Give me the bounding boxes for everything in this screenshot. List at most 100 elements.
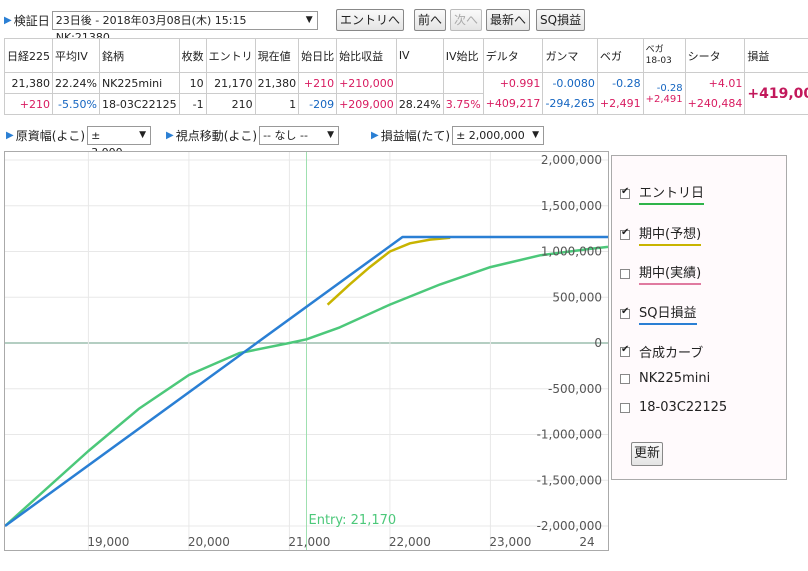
- legend-item-1[interactable]: 期中(予想): [620, 223, 702, 246]
- legend-item-2[interactable]: 期中(実績): [620, 262, 702, 285]
- y-range-label: 損益幅(たて): [380, 129, 451, 143]
- col-pnl: 損益: [744, 38, 808, 73]
- triangle-icon: ▶: [6, 130, 14, 141]
- view-shift-select[interactable]: -- なし -- ▼: [259, 126, 340, 145]
- prev-button[interactable]: 前へ: [414, 9, 447, 31]
- legend-checkbox[interactable]: [620, 227, 630, 240]
- nikkei-change: +210: [4, 93, 53, 115]
- x-tick-label: 22,000: [389, 535, 431, 549]
- y-range-select[interactable]: ± 2,000,000 ▼: [452, 126, 545, 145]
- legend-label: SQ日損益: [639, 302, 697, 325]
- pnl-chart[interactable]: 2,000,000 1,500,000 1,000,000 500,000 0 -500,…: [4, 151, 609, 551]
- vega-value: -0.28: [596, 72, 644, 94]
- col-entry: エントリ: [205, 38, 256, 73]
- nikkei-value: 21,380: [4, 72, 53, 94]
- x-range-control: ▶ 原資幅(よこ) ± 3,000▼: [6, 126, 152, 159]
- legend-checkbox[interactable]: [620, 344, 630, 357]
- sq-pnl-button[interactable]: SQ損益: [536, 9, 586, 31]
- legend-item-4[interactable]: 合成カーブ: [620, 342, 703, 361]
- legend-panel: エントリ日期中(予想) 期中(実績) SQ日損益合成カーブ NK225mini 18-0…: [611, 155, 787, 480]
- vega-1803-line2: 18-03: [645, 55, 672, 66]
- chevron-down-icon: ▼: [327, 130, 335, 140]
- chevron-down-icon: ▼: [305, 14, 313, 25]
- legend-checkbox[interactable]: [620, 373, 630, 384]
- entry-marker-label: Entry: 21,170: [309, 513, 397, 528]
- chevron-down-icon: ▼: [532, 130, 540, 140]
- y-tick-label: 0: [594, 336, 602, 350]
- row1-current: 21,380: [254, 72, 300, 94]
- y-tick-label: 2,000,000: [541, 153, 602, 167]
- avg-iv-change: -5.50%: [52, 93, 100, 115]
- legend-item-6[interactable]: 18-03C22125: [620, 400, 727, 415]
- row1-pnl-from-start: +210,000: [336, 72, 397, 94]
- row2-current: 1: [254, 93, 300, 115]
- pnl-chart-svg: 2,000,000 1,500,000 1,000,000 500,000 0 -500,…: [5, 152, 608, 550]
- x-tick-label: 19,000: [87, 535, 129, 549]
- row2-pnl-from-start: +209,000: [336, 93, 397, 115]
- vega-1803-line1: ベガ: [645, 44, 664, 55]
- entry-button[interactable]: エントリへ: [336, 9, 405, 31]
- y-range-control: ▶ 損益幅(たて) ± 2,000,000 ▼: [371, 126, 545, 145]
- col-current: 現在値: [254, 38, 300, 73]
- col-nikkei: 日経225: [4, 38, 53, 73]
- gamma-total: -294,265: [542, 93, 598, 115]
- col-theta: シータ: [684, 38, 746, 73]
- row2-day-change: -209: [298, 93, 338, 115]
- col-gamma: ガンマ: [542, 38, 598, 73]
- row1-day-change: +210: [298, 72, 338, 94]
- x-tick-label: 24: [579, 535, 594, 549]
- x-tick-label: 23,000: [489, 535, 531, 549]
- chevron-down-icon: ▼: [139, 130, 147, 140]
- col-qty: 枚数: [178, 38, 207, 73]
- triangle-icon: ▶: [371, 130, 379, 141]
- col-delta: デルタ: [482, 38, 544, 73]
- legend-item-3[interactable]: SQ日損益: [620, 302, 697, 325]
- y-tick-label: -500,000: [548, 382, 602, 396]
- col-pnl-from-start: 始比収益: [336, 38, 397, 73]
- legend-label: 期中(予想): [639, 223, 702, 246]
- row1-qty: 10: [178, 72, 207, 94]
- row2-entry: 210: [205, 93, 256, 115]
- row2-symbol: 18-03C22125: [98, 93, 180, 115]
- positions-table: 日経225 平均IV 銘柄 枚数 エントリ 現在値 始日比 始比収益 IV IV…: [4, 38, 808, 115]
- legend-label: エントリ日: [639, 182, 705, 205]
- row1-iv: [395, 72, 444, 94]
- vega-1803-cell: -0.28 +2,491: [642, 72, 686, 115]
- col-vega-1803: ベガ 18-03: [642, 38, 686, 73]
- legend-checkbox[interactable]: [620, 306, 630, 319]
- vega-1803-value: -0.28: [656, 82, 683, 94]
- verify-date-select[interactable]: 23日後 - 2018年03月08日(木) 15:15 NK:21380 ▼: [51, 10, 318, 44]
- x-tick-label: 20,000: [188, 535, 230, 549]
- col-symbol: 銘柄: [98, 38, 180, 73]
- gamma-value: -0.0080: [542, 72, 598, 94]
- theta-value: +4.01: [684, 72, 746, 94]
- next-button[interactable]: 次へ: [450, 9, 483, 31]
- legend-item-0[interactable]: エントリ日: [620, 182, 705, 205]
- y-tick-label: -2,000,000: [537, 519, 602, 533]
- col-avg-iv: 平均IV: [52, 38, 100, 73]
- x-range-select[interactable]: ± 3,000▼: [87, 126, 152, 159]
- legend-label: 合成カーブ: [639, 346, 704, 361]
- pnl-total: +419,000: [744, 72, 808, 115]
- col-day-change: 始日比: [298, 38, 338, 73]
- collapse-triangle-icon[interactable]: ▶: [4, 15, 12, 26]
- legend-checkbox[interactable]: [620, 268, 630, 279]
- view-shift-value: -- なし --: [263, 129, 308, 142]
- theta-total: +240,484: [684, 93, 746, 115]
- triangle-icon: ▶: [166, 130, 174, 141]
- y-tick-label: 1,000,000: [541, 245, 602, 259]
- view-shift-label: 視点移動(よこ): [175, 129, 258, 143]
- legend-item-5[interactable]: NK225mini: [620, 371, 710, 386]
- delta-value: +0.991: [482, 72, 544, 94]
- vega-1803-total: +2,491: [645, 93, 683, 105]
- latest-button[interactable]: 最新へ: [486, 9, 531, 31]
- legend-checkbox[interactable]: [620, 186, 630, 199]
- verify-date-label: 検証日: [13, 13, 50, 28]
- row2-iv: 28.24%: [395, 93, 444, 115]
- delta-total: +409,217: [482, 93, 544, 115]
- legend-checkbox[interactable]: [620, 402, 630, 413]
- col-iv-change: IV始比: [442, 38, 484, 73]
- update-button[interactable]: 更新: [631, 442, 664, 466]
- col-iv: IV: [395, 38, 444, 73]
- legend-label: NK225mini: [639, 371, 711, 386]
